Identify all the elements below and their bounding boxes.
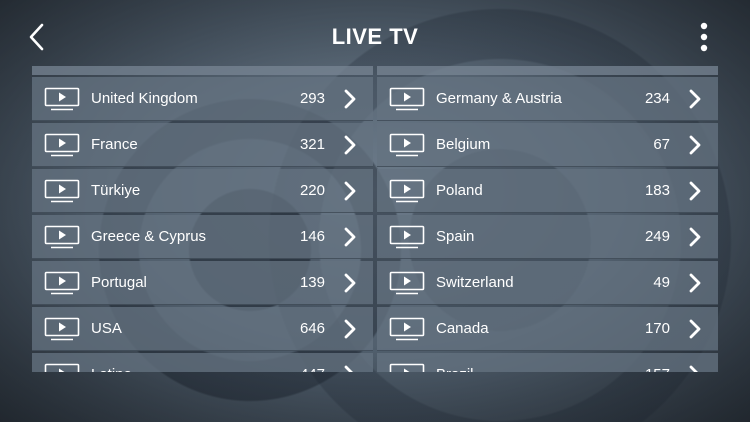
category-row[interactable]: Türkiye 220: [32, 169, 373, 213]
chevron-right-icon: [688, 134, 702, 156]
tv-icon: [389, 179, 425, 203]
tv-icon: [44, 133, 80, 157]
category-row[interactable]: Greece & Cyprus 146: [32, 215, 373, 259]
tv-icon: [389, 317, 425, 341]
category-name: United Kingdom: [91, 90, 198, 107]
category-row[interactable]: Latino 447: [32, 353, 373, 372]
channel-count: 234: [644, 90, 670, 107]
category-row[interactable]: Belgium 67: [377, 123, 718, 167]
header: LIVE TV: [0, 0, 750, 70]
category-name: Spain: [436, 228, 475, 245]
tv-icon: [389, 363, 425, 372]
category-name: Belgium: [436, 136, 491, 153]
channel-count: 249: [644, 228, 670, 245]
channel-count: 293: [299, 90, 325, 107]
category-row[interactable]: Spain 249: [377, 215, 718, 259]
category-name: USA: [91, 320, 122, 337]
category-name: Switzerland: [436, 274, 514, 291]
category-row[interactable]: Poland 183: [377, 169, 718, 213]
tv-icon: [389, 225, 425, 249]
channel-count: 220: [299, 182, 325, 199]
chevron-right-icon: [343, 134, 357, 156]
chevron-right-icon: [688, 364, 702, 372]
category-row[interactable]: Brazil 157: [377, 353, 718, 372]
category-name: Greece & Cyprus: [91, 228, 207, 245]
tv-icon: [389, 271, 425, 295]
tv-icon: [389, 133, 425, 157]
channel-count: 49: [653, 274, 670, 291]
channel-count: 447: [300, 366, 325, 372]
tv-icon: [44, 225, 80, 249]
category-name: France: [91, 136, 138, 153]
tv-icon: [44, 179, 80, 203]
chevron-right-icon: [343, 272, 357, 294]
channel-count: 139: [299, 274, 325, 291]
channel-count: 646: [299, 320, 325, 337]
list-top-strip-left: [32, 66, 373, 75]
page-title: LIVE TV: [331, 24, 419, 49]
channel-count: 183: [644, 182, 670, 199]
channel-count: 157: [645, 366, 670, 372]
list-top-strip-right: [377, 66, 718, 75]
chevron-right-icon: [688, 180, 702, 202]
category-name: Brazil: [436, 366, 474, 372]
chevron-right-icon: [688, 226, 702, 248]
category-name: Poland: [436, 182, 483, 199]
tv-icon: [44, 271, 80, 295]
channel-count: 146: [299, 228, 325, 245]
more-vertical-icon: [700, 22, 708, 52]
category-name: Türkiye: [91, 182, 141, 199]
category-list[interactable]: United Kingdom 293 France 321 Türkiye 220 Gree…: [32, 66, 718, 372]
tv-icon: [44, 363, 80, 372]
category-name: Germany & Austria: [436, 90, 562, 107]
tv-icon: [389, 87, 425, 111]
category-row[interactable]: United Kingdom 293: [32, 77, 373, 121]
category-row[interactable]: France 321: [32, 123, 373, 167]
chevron-right-icon: [343, 88, 357, 110]
channel-count: 67: [653, 136, 670, 153]
tv-icon: [44, 87, 80, 111]
chevron-right-icon: [343, 226, 357, 248]
more-options-button[interactable]: [692, 20, 716, 56]
category-row[interactable]: Canada 170: [377, 307, 718, 351]
category-row[interactable]: Germany & Austria 234: [377, 77, 718, 121]
category-row[interactable]: Portugal 139: [32, 261, 373, 305]
chevron-right-icon: [343, 180, 357, 202]
category-name: Portugal: [91, 274, 147, 291]
category-row[interactable]: Switzerland 49: [377, 261, 718, 305]
category-name: Canada: [436, 320, 489, 337]
chevron-right-icon: [343, 364, 357, 372]
category-row[interactable]: USA 646: [32, 307, 373, 351]
tv-icon: [44, 317, 80, 341]
channel-count: 321: [299, 136, 325, 153]
chevron-right-icon: [688, 88, 702, 110]
chevron-right-icon: [688, 318, 702, 340]
chevron-right-icon: [343, 318, 357, 340]
chevron-right-icon: [688, 272, 702, 294]
category-name: Latino: [91, 366, 132, 372]
channel-count: 170: [644, 320, 670, 337]
